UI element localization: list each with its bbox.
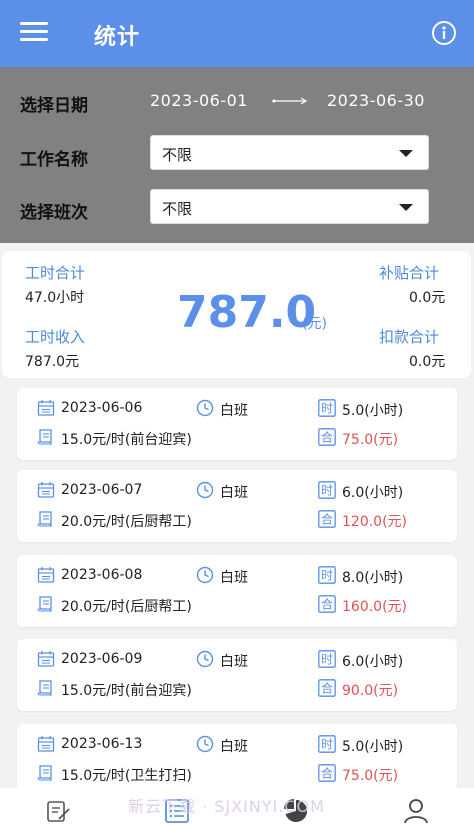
record-card[interactable]: 2023-06-13 白班 时 5.0(小时) 15.0元/时(卫生打扫) 合 75.0(元…: [17, 724, 457, 796]
hours-icon: 时: [318, 650, 336, 668]
total-icon: 合: [318, 428, 336, 446]
record-hours: 8.0(小时): [342, 570, 404, 586]
record-shift: 白班: [220, 654, 248, 670]
chevron-down-icon: [399, 150, 413, 157]
calendar-icon: [37, 399, 55, 417]
record-shift: 白班: [220, 403, 248, 419]
wage-scroll-icon: [37, 764, 55, 782]
filter-panel: 选择日期 2023-06-01 2023-06-30 工作名称 不限 选择班次 …: [0, 67, 474, 243]
record-total: 75.0(元): [342, 768, 399, 784]
menu-icon[interactable]: [20, 22, 48, 44]
svg-text:时: 时: [321, 402, 333, 416]
shift-label: 选择班次: [20, 203, 88, 223]
svg-text:合: 合: [321, 512, 333, 527]
record-date: 2023-06-07: [61, 482, 143, 498]
svg-text:时: 时: [321, 569, 333, 583]
hours-icon: 时: [318, 481, 336, 499]
clock-icon: [196, 481, 214, 499]
shift-select-value: 不限: [162, 200, 193, 218]
wage-scroll-icon: [37, 595, 55, 613]
record-total: 160.0(元): [342, 599, 408, 615]
calendar-icon: [37, 481, 55, 499]
date-range-arrow-icon: [272, 97, 308, 105]
shift-select[interactable]: 不限: [150, 189, 429, 224]
record-rate: 20.0元/时(后厨帮工): [61, 514, 192, 530]
svg-text:合: 合: [321, 766, 333, 781]
watermark-text: 新云下载 · SJXINYI.COM: [128, 797, 325, 816]
grand-total-unit: (元): [302, 316, 327, 332]
record-total: 75.0(元): [342, 432, 399, 448]
hours-icon: 时: [318, 566, 336, 584]
record-hours: 6.0(小时): [342, 654, 404, 670]
grand-total-value: 787.0: [177, 287, 317, 338]
svg-text:合: 合: [321, 597, 333, 612]
wage-scroll-icon: [37, 679, 55, 697]
wage-scroll-icon: [37, 428, 55, 446]
job-label: 工作名称: [20, 150, 88, 170]
end-date[interactable]: 2023-06-30: [327, 91, 425, 110]
app-header: 统计: [0, 0, 474, 67]
record-shift: 白班: [220, 485, 248, 501]
svg-text:合: 合: [321, 681, 333, 696]
svg-text:时: 时: [321, 653, 333, 667]
record-shift: 白班: [220, 570, 248, 586]
hours-income-label: 工时收入: [25, 328, 86, 346]
clock-icon: [196, 399, 214, 417]
date-label: 选择日期: [20, 96, 88, 116]
profile-icon[interactable]: [403, 798, 429, 824]
clock-icon: [196, 735, 214, 753]
record-date: 2023-06-08: [61, 567, 143, 583]
info-icon[interactable]: [431, 20, 457, 46]
record-shift: 白班: [220, 739, 248, 755]
record-hours: 6.0(小时): [342, 485, 404, 501]
record-card[interactable]: 2023-06-08 白班 时 8.0(小时) 20.0元/时(后厨帮工) 合 160.0(…: [17, 555, 457, 627]
svg-text:时: 时: [321, 738, 333, 752]
record-rate: 15.0元/时(前台迎宾): [61, 432, 192, 448]
subsidy-total-label: 补贴合计: [379, 264, 440, 282]
record-total: 120.0(元): [342, 514, 408, 530]
calendar-icon: [37, 735, 55, 753]
record-rate: 15.0元/时(前台迎宾): [61, 683, 192, 699]
calendar-icon: [37, 566, 55, 584]
record-hours: 5.0(小时): [342, 403, 404, 419]
page-title: 统计: [94, 25, 141, 50]
record-date: 2023-06-13: [61, 736, 143, 752]
total-icon: 合: [318, 510, 336, 528]
wage-scroll-icon: [37, 510, 55, 528]
record-card[interactable]: 2023-06-06 白班 时 5.0(小时) 15.0元/时(前台迎宾) 合 75.0(元…: [17, 388, 457, 460]
start-date[interactable]: 2023-06-01: [150, 91, 248, 110]
record-date: 2023-06-09: [61, 651, 143, 667]
svg-text:时: 时: [321, 484, 333, 498]
subsidy-total-value: 0.0元: [409, 290, 446, 306]
record-rate: 15.0元/时(卫生打扫): [61, 768, 192, 784]
hours-icon: 时: [318, 735, 336, 753]
record-total: 90.0(元): [342, 683, 399, 699]
total-icon: 合: [318, 595, 336, 613]
hours-total-value: 47.0小时: [25, 290, 85, 306]
deduction-total-value: 0.0元: [409, 354, 446, 370]
record-rate: 20.0元/时(后厨帮工): [61, 599, 192, 615]
clock-icon: [196, 650, 214, 668]
chevron-down-icon: [399, 204, 413, 211]
record-hours: 5.0(小时): [342, 739, 404, 755]
hours-icon: 时: [318, 399, 336, 417]
clock-icon: [196, 566, 214, 584]
edit-record-icon[interactable]: [45, 798, 71, 824]
record-card[interactable]: 2023-06-07 白班 时 6.0(小时) 20.0元/时(后厨帮工) 合 120.0(…: [17, 470, 457, 542]
record-card[interactable]: 2023-06-09 白班 时 6.0(小时) 15.0元/时(前台迎宾) 合 90.0(元…: [17, 639, 457, 711]
record-date: 2023-06-06: [61, 400, 143, 416]
total-icon: 合: [318, 679, 336, 697]
job-select[interactable]: 不限: [150, 135, 429, 170]
calendar-icon: [37, 650, 55, 668]
total-icon: 合: [318, 764, 336, 782]
hours-income-value: 787.0元: [25, 354, 80, 370]
hours-total-label: 工时合计: [25, 264, 86, 282]
job-select-value: 不限: [162, 146, 193, 164]
svg-text:合: 合: [321, 430, 333, 445]
deduction-total-label: 扣款合计: [379, 328, 440, 346]
